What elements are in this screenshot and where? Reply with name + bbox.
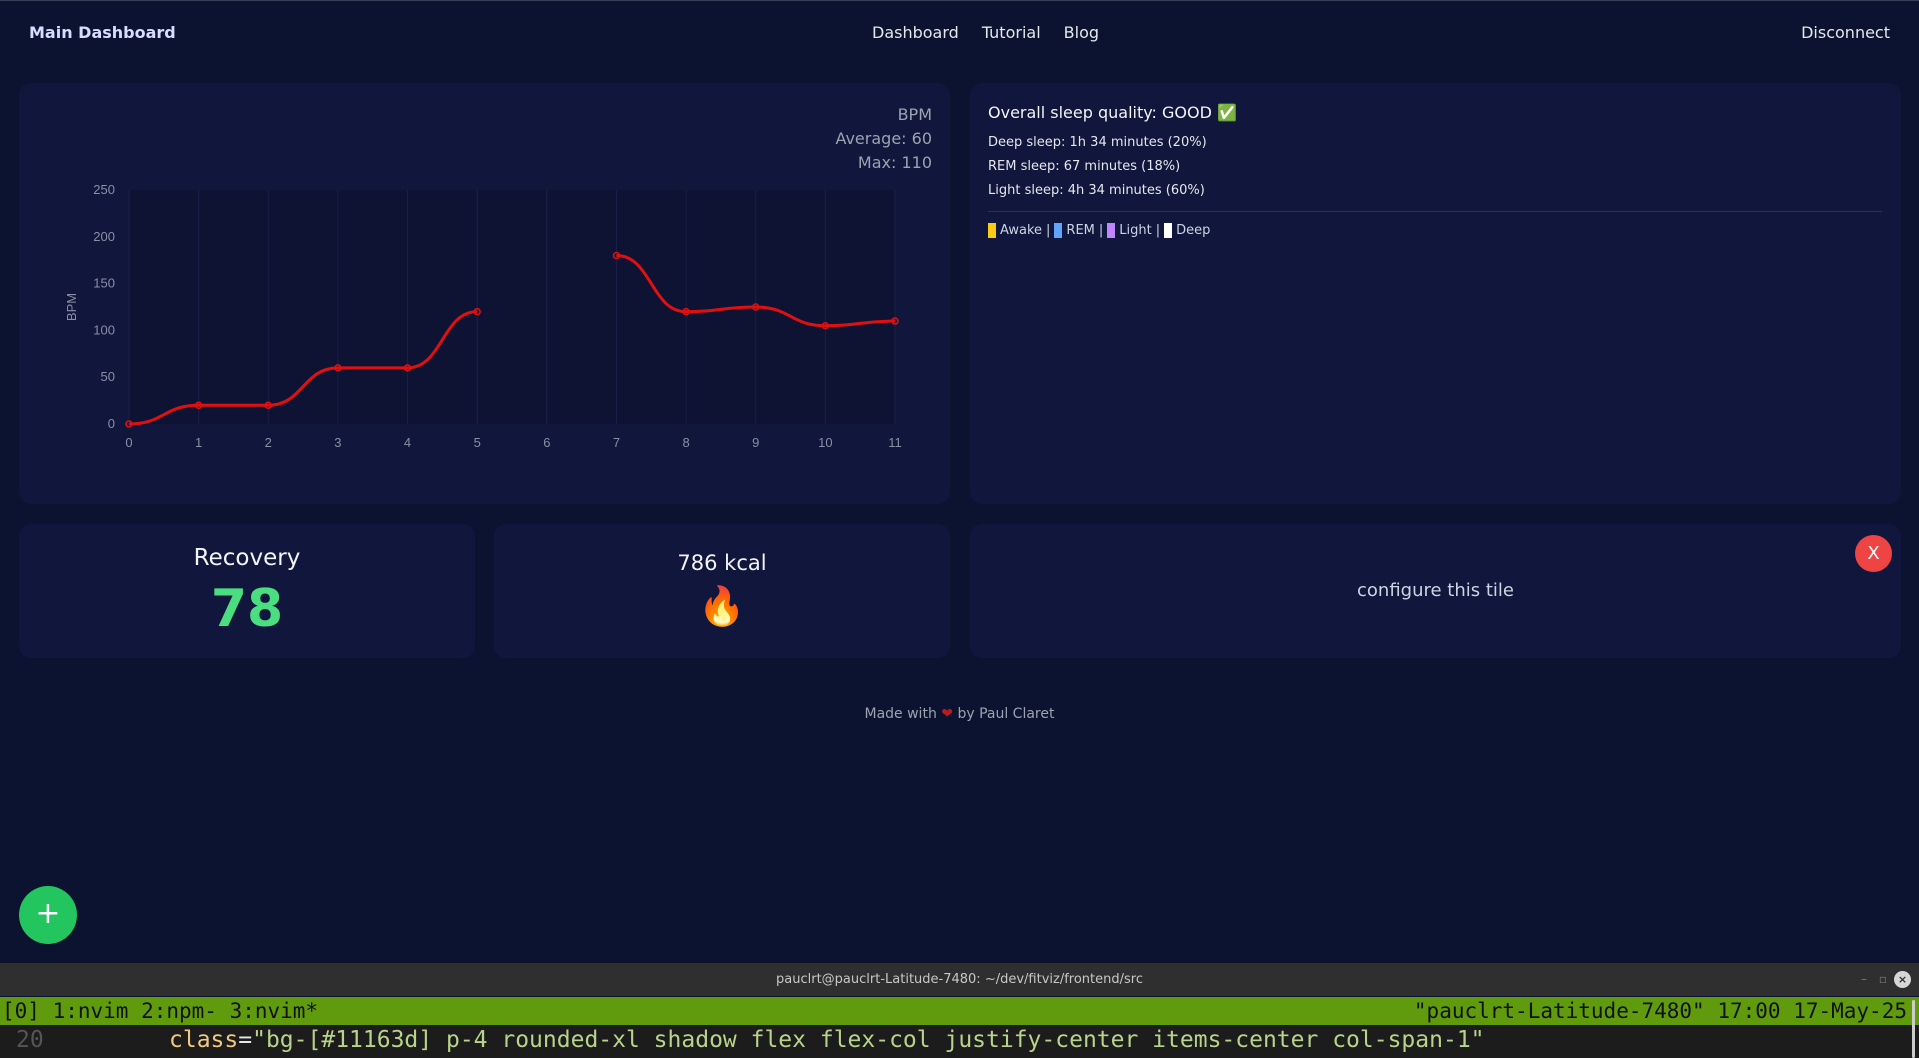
legend-label-deep: Deep xyxy=(1176,223,1211,238)
code-string: "bg-[#11163d] p-4 rounded-xl shadow flex… xyxy=(252,1027,1485,1053)
tmux-windows[interactable]: [0] 1:nvim 2:npm- 3:nvim* xyxy=(2,997,318,1025)
x-tick-label: 1 xyxy=(195,435,202,450)
legend-separator: | xyxy=(1046,223,1051,238)
configure-tile[interactable]: configure this tile X xyxy=(970,524,1901,658)
legend-swatch-rem xyxy=(1054,223,1063,238)
deep-sleep-text: Deep sleep: 1h 34 minutes (20%) xyxy=(988,135,1207,150)
x-tick-label: 4 xyxy=(404,435,411,450)
legend-label-rem: REM xyxy=(1066,223,1095,238)
nav-link-tutorial[interactable]: Tutorial xyxy=(982,23,1041,42)
editor-line[interactable]: 20 class="bg-[#11163d] p-4 rounded-xl sh… xyxy=(0,1025,1919,1058)
nav-link-blog[interactable]: Blog xyxy=(1064,23,1099,42)
divider xyxy=(988,211,1882,212)
x-tick-label: 8 xyxy=(682,435,689,450)
disconnect-button[interactable]: Disconnect xyxy=(1801,23,1890,42)
terminal-title-bar: pauclrt@pauclrt-Latitude-7480: ~/dev/fit… xyxy=(0,963,1919,996)
footer: Made with ❤ by Paul Claret xyxy=(0,706,1919,722)
light-sleep-text: Light sleep: 4h 34 minutes (60%) xyxy=(988,183,1205,198)
y-tick-label: 100 xyxy=(93,322,115,337)
legend-swatch-light xyxy=(1107,223,1116,238)
code-text: class="bg-[#11163d] p-4 rounded-xl shado… xyxy=(169,1025,1485,1056)
y-axis-label: BPM xyxy=(64,293,79,321)
top-nav: Main Dashboard Dashboard Tutorial Blog D… xyxy=(0,0,1919,66)
terminal-scrollbar[interactable] xyxy=(1912,1000,1915,1058)
x-tick-label: 6 xyxy=(543,435,550,450)
x-tick-label: 7 xyxy=(613,435,620,450)
x-tick-label: 5 xyxy=(474,435,481,450)
close-icon[interactable]: × xyxy=(1894,971,1911,988)
legend-separator: | xyxy=(1098,223,1104,238)
sleep-quality-title: Overall sleep quality: GOOD ✅ xyxy=(988,103,1237,122)
tmux-status-bar: [0] 1:nvim 2:npm- 3:nvim* "pauclrt-Latit… xyxy=(0,997,1919,1025)
nav-link-dashboard[interactable]: Dashboard xyxy=(872,23,959,42)
add-tile-button[interactable]: + xyxy=(19,886,77,944)
y-tick-label: 150 xyxy=(93,276,115,291)
x-tick-label: 3 xyxy=(334,435,341,450)
minimize-icon[interactable]: – xyxy=(1861,963,1867,996)
tmux-host-time: "pauclrt-Latitude-7480" 17:00 17-May-25 xyxy=(1413,999,1907,1023)
rem-sleep-text: REM sleep: 67 minutes (18%) xyxy=(988,159,1181,174)
x-tick-label: 9 xyxy=(752,435,759,450)
y-tick-label: 250 xyxy=(93,182,115,197)
x-tick-label: 2 xyxy=(265,435,272,450)
y-tick-label: 50 xyxy=(101,369,115,384)
y-tick-label: 200 xyxy=(93,229,115,244)
legend-swatch-deep xyxy=(1164,223,1173,238)
fire-icon: 🔥 xyxy=(698,584,746,628)
nav-links: Dashboard Tutorial Blog xyxy=(872,23,1099,42)
legend-swatch-awake xyxy=(988,223,996,238)
footer-author: by Paul Claret xyxy=(957,706,1055,722)
x-tick-label: 10 xyxy=(818,435,832,450)
calories-tile[interactable]: 786 kcal 🔥 xyxy=(494,524,950,658)
brand-title[interactable]: Main Dashboard xyxy=(29,23,176,42)
close-tile-button[interactable]: X xyxy=(1855,535,1892,572)
x-tick-label: 11 xyxy=(888,435,902,450)
recovery-value: 78 xyxy=(210,579,284,639)
code-attribute: class xyxy=(169,1027,239,1053)
recovery-tile[interactable]: Recovery 78 xyxy=(19,524,475,658)
sleep-tile: Overall sleep quality: GOOD ✅ Deep sleep… xyxy=(970,83,1901,504)
code-equals: = xyxy=(238,1027,253,1053)
x-tick-label: 0 xyxy=(125,435,132,450)
plot-area xyxy=(129,190,895,424)
legend-label-awake: Awake xyxy=(1000,223,1043,238)
y-tick-label: 0 xyxy=(108,416,115,431)
terminal-title: pauclrt@pauclrt-Latitude-7480: ~/dev/fit… xyxy=(776,972,1143,987)
footer-made-with: Made with xyxy=(864,706,937,722)
bpm-line-chart: 0 50 100 150 200 250 0 1 2 3 4 5 6 7 8 9 10 11 BPM xyxy=(64,182,902,450)
configure-tile-text: configure this tile xyxy=(1357,580,1514,601)
bpm-tile: BPM Average: 60 Max: 110 0 50 100 150 200 250… xyxy=(19,83,950,504)
calories-value: 786 kcal xyxy=(677,551,767,575)
sleep-legend: Awake | REM | Light | Deep xyxy=(988,223,1210,238)
legend-label-light: Light xyxy=(1119,223,1152,238)
maximize-icon[interactable]: ▫ xyxy=(1879,963,1887,996)
legend-separator: | xyxy=(1155,223,1161,238)
recovery-title: Recovery xyxy=(193,545,301,571)
line-number: 20 xyxy=(16,1027,44,1053)
heart-icon: ❤ xyxy=(941,706,953,722)
